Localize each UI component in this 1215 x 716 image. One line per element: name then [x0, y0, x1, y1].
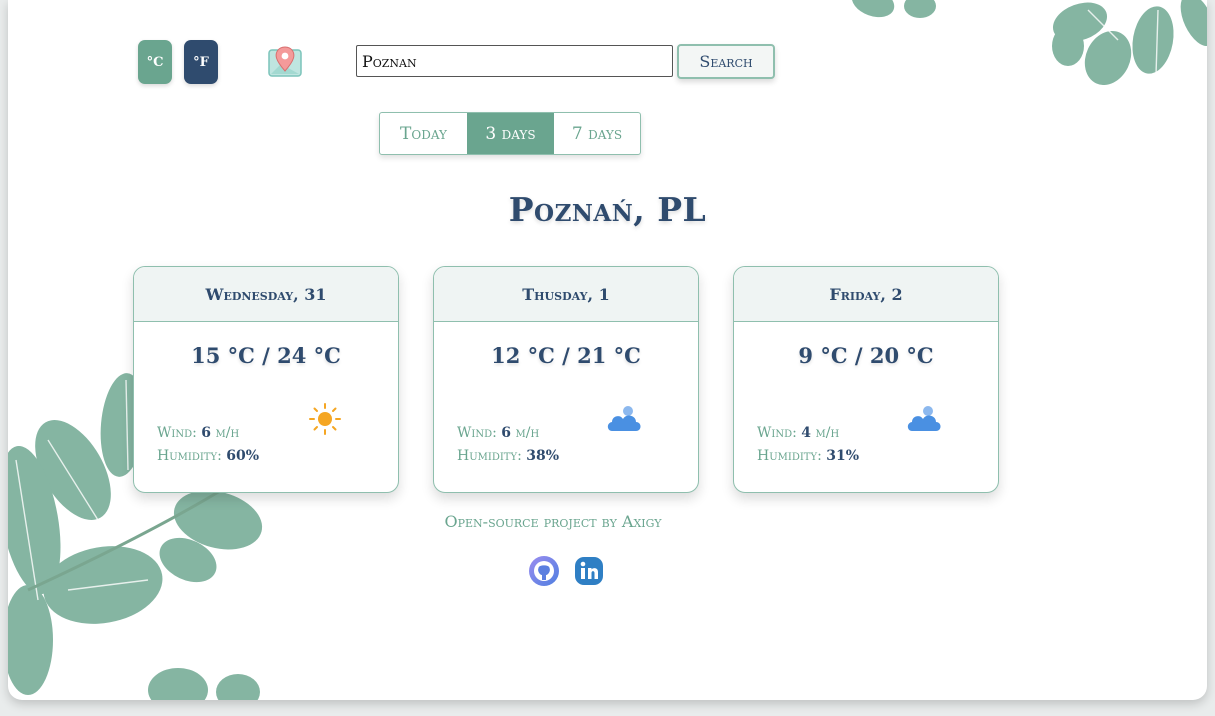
wind-unit: m/h — [815, 425, 840, 441]
card-details: Wind: 6 m/h Humidity: 60% — [157, 422, 259, 468]
humidity-label: Humidity: — [157, 448, 222, 464]
wind-value: 6 — [201, 425, 212, 441]
celsius-button[interactable]: °C — [138, 40, 172, 84]
wind-value: 6 — [501, 425, 512, 441]
wind-unit: m/h — [215, 425, 240, 441]
wind-row: Wind: 6 m/h — [157, 422, 259, 445]
fahrenheit-button[interactable]: °F — [184, 40, 218, 84]
humidity-row: Humidity: 38% — [457, 445, 559, 468]
card-details: Wind: 6 m/h Humidity: 38% — [457, 422, 559, 468]
search-input[interactable] — [356, 45, 673, 77]
linkedin-icon — [575, 557, 603, 585]
humidity-value: 38% — [526, 448, 560, 464]
humidity-label: Humidity: — [457, 448, 522, 464]
humidity-label: Humidity: — [757, 448, 822, 464]
humidity-row: Humidity: 31% — [757, 445, 859, 468]
wind-label: Wind: — [457, 425, 497, 441]
card-temperature: 12 °C / 21 °C — [491, 343, 641, 368]
card-day: Wednesday, 31 — [134, 267, 398, 322]
card-day: Thusday, 1 — [434, 267, 698, 322]
wind-unit: m/h — [515, 425, 540, 441]
linkedin-link[interactable] — [573, 555, 605, 587]
tab-3-days[interactable]: 3 days — [467, 113, 554, 154]
city-title: Poznań, PL — [508, 190, 707, 229]
sun-icon — [309, 403, 341, 435]
map-pin-icon — [268, 46, 302, 77]
search-button[interactable]: Search — [677, 44, 775, 79]
cloud-icon — [607, 406, 641, 431]
footer-credit: Open-source project by Axigy — [444, 512, 662, 531]
humidity-row: Humidity: 60% — [157, 445, 259, 468]
cloud-icon — [907, 406, 941, 431]
forecast-card: Friday, 2 9 °C / 20 °C Wind: 4 m/h Humid… — [733, 266, 999, 493]
forecast-card: Thusday, 1 12 °C / 21 °C Wind: 6 m/h Hum… — [433, 266, 699, 493]
wind-value: 4 — [801, 425, 812, 441]
github-icon — [529, 556, 559, 586]
wind-row: Wind: 6 m/h — [457, 422, 559, 445]
humidity-value: 60% — [226, 448, 260, 464]
wind-label: Wind: — [757, 425, 797, 441]
github-link[interactable] — [528, 555, 560, 587]
humidity-value: 31% — [826, 448, 860, 464]
location-button[interactable] — [267, 44, 303, 80]
tab-7-days[interactable]: 7 days — [554, 113, 640, 154]
forecast-range-tabs: Today 3 days 7 days — [379, 112, 641, 155]
tab-today[interactable]: Today — [380, 113, 467, 154]
card-day: Friday, 2 — [734, 267, 998, 322]
card-temperature: 15 °C / 24 °C — [191, 343, 341, 368]
forecast-card: Wednesday, 31 15 °C / 24 °C Wind: 6 m/h … — [133, 266, 399, 493]
card-details: Wind: 4 m/h Humidity: 31% — [757, 422, 859, 468]
card-temperature: 9 °C / 20 °C — [798, 343, 934, 368]
app-window: °C °F Search Today 3 days 7 days Poznań,… — [8, 0, 1207, 700]
wind-row: Wind: 4 m/h — [757, 422, 859, 445]
wind-label: Wind: — [157, 425, 197, 441]
